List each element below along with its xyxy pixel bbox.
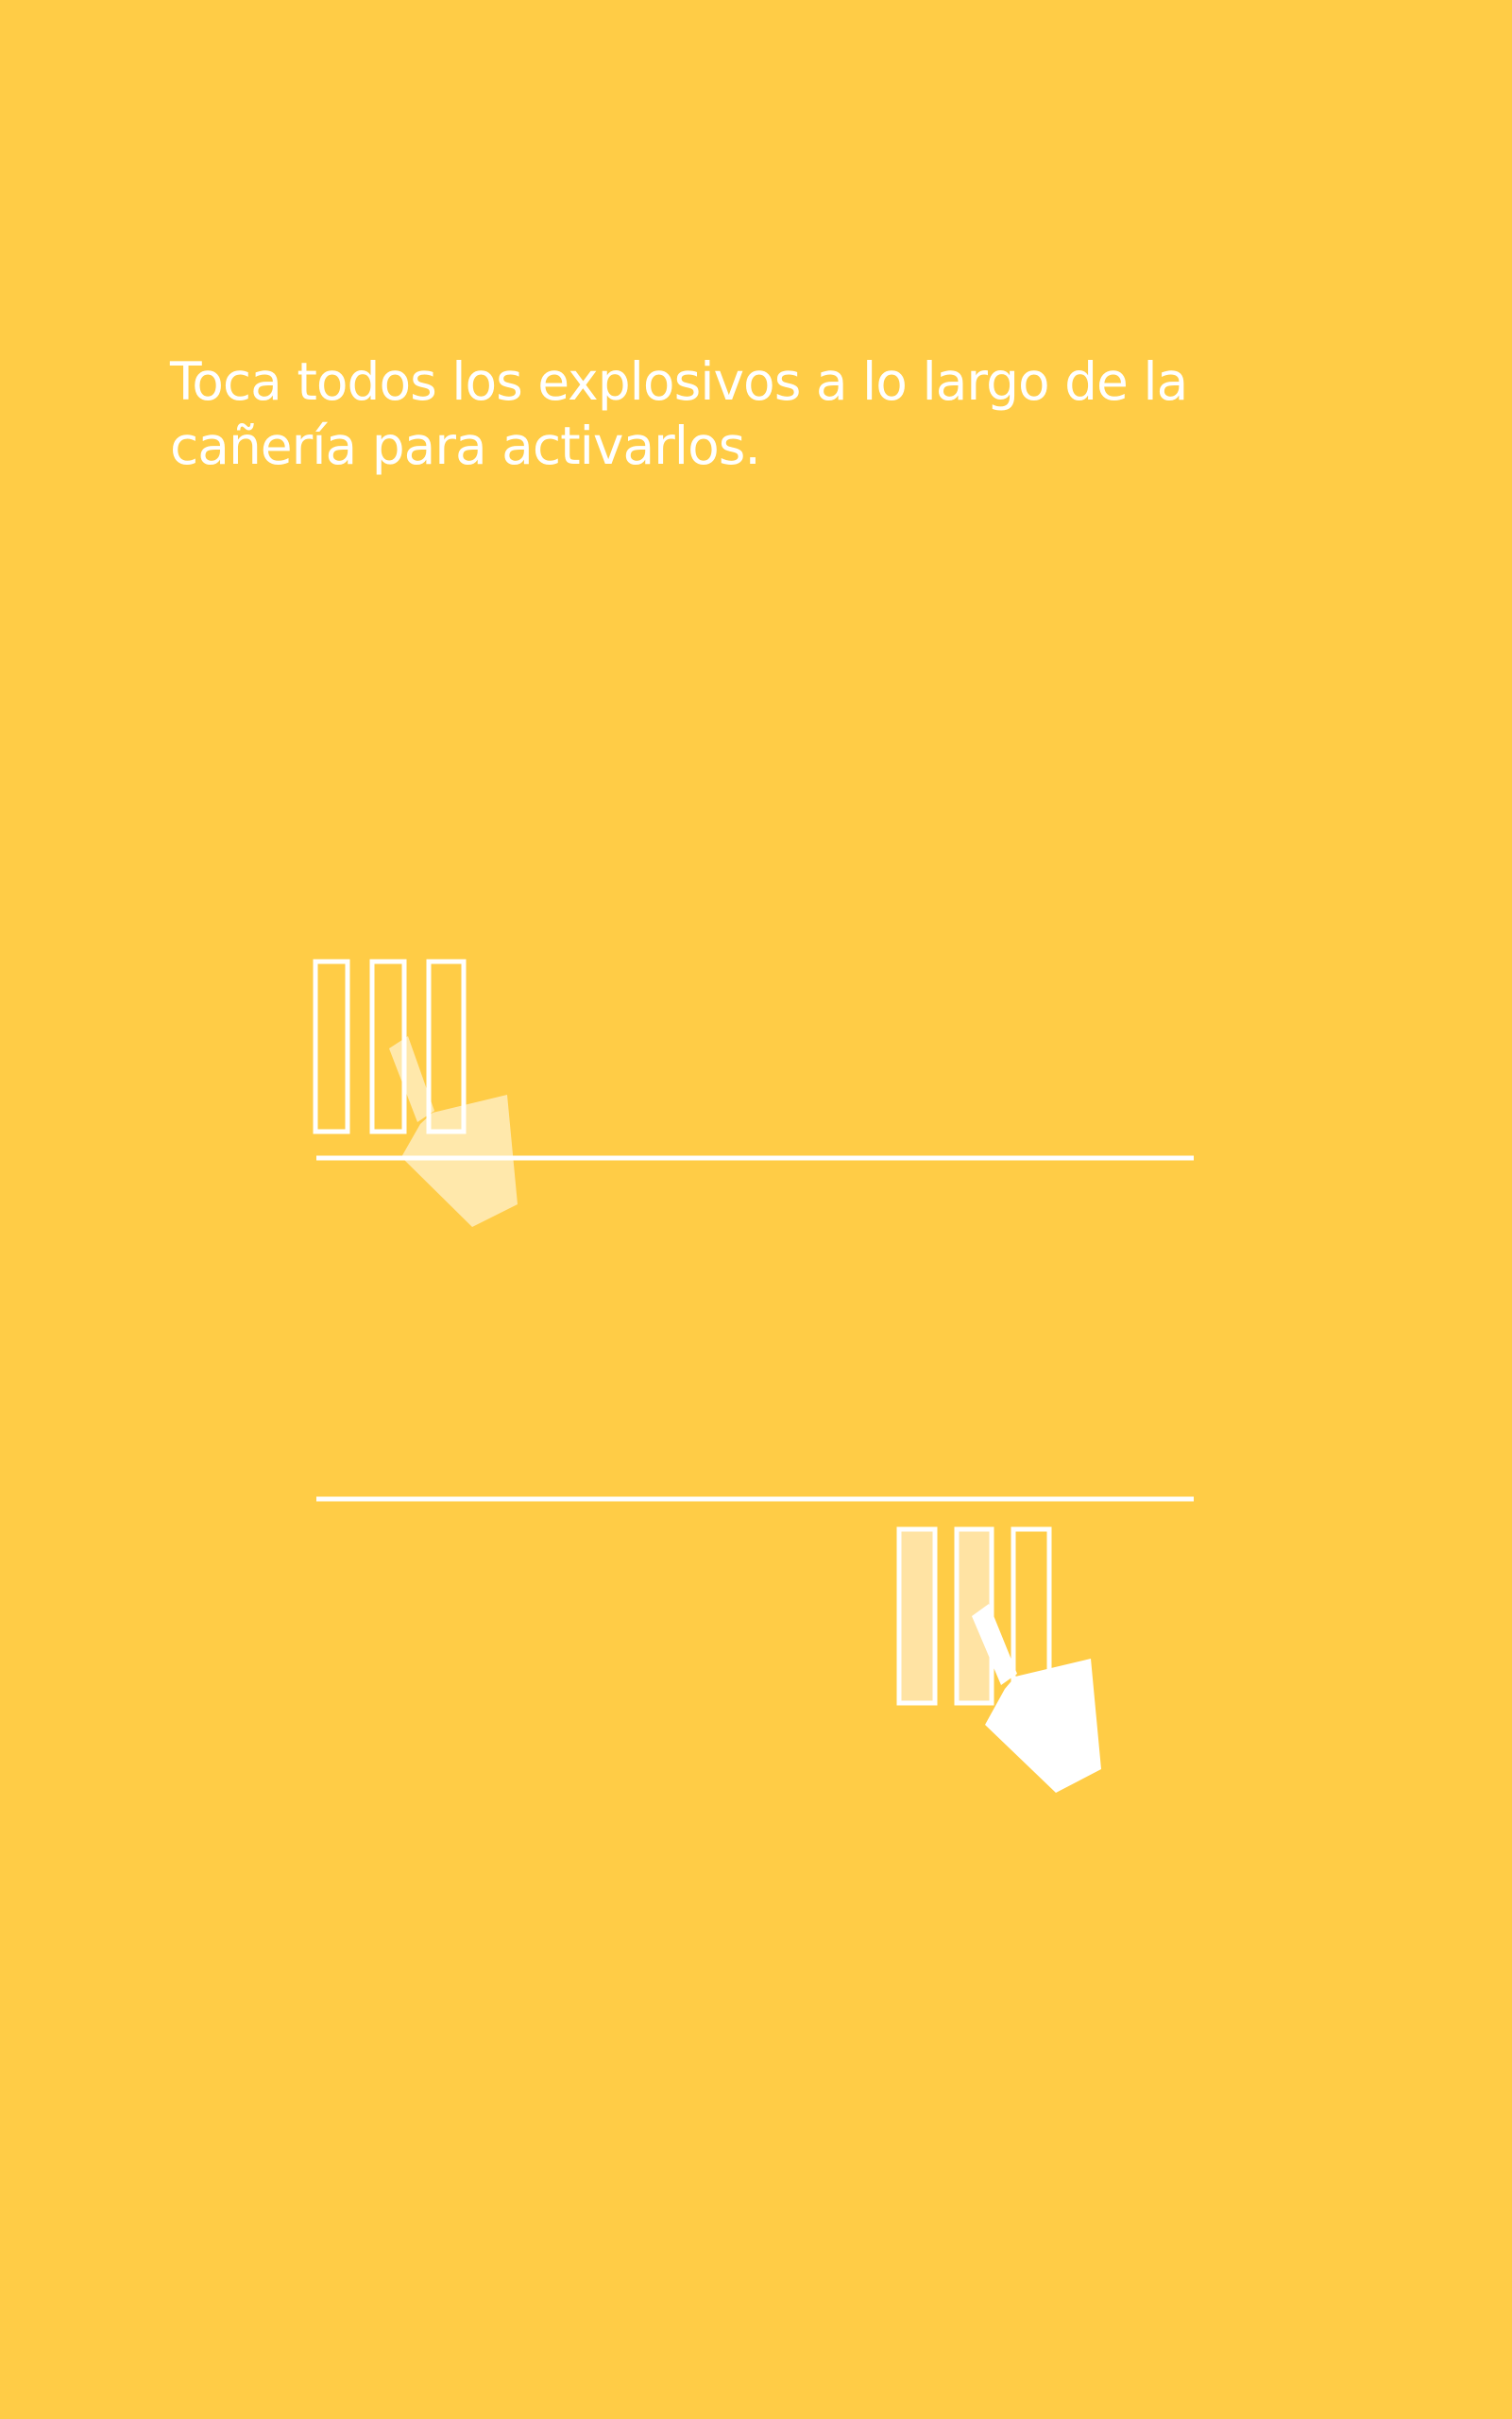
explosive-bar bbox=[426, 959, 467, 1134]
tutorial-step-1 bbox=[313, 959, 1194, 1227]
pointing-hand-icon-faded bbox=[389, 1036, 518, 1227]
tutorial-step-2 bbox=[316, 1496, 1194, 1793]
tutorial-screen: Toca todos los explosivos a lo largo de … bbox=[0, 0, 1512, 2419]
explosive-charge-group-top bbox=[313, 959, 467, 1134]
explosive-bar-activated bbox=[896, 1526, 938, 1706]
tutorial-illustration bbox=[313, 959, 1194, 1793]
explosive-bar bbox=[313, 959, 350, 1134]
